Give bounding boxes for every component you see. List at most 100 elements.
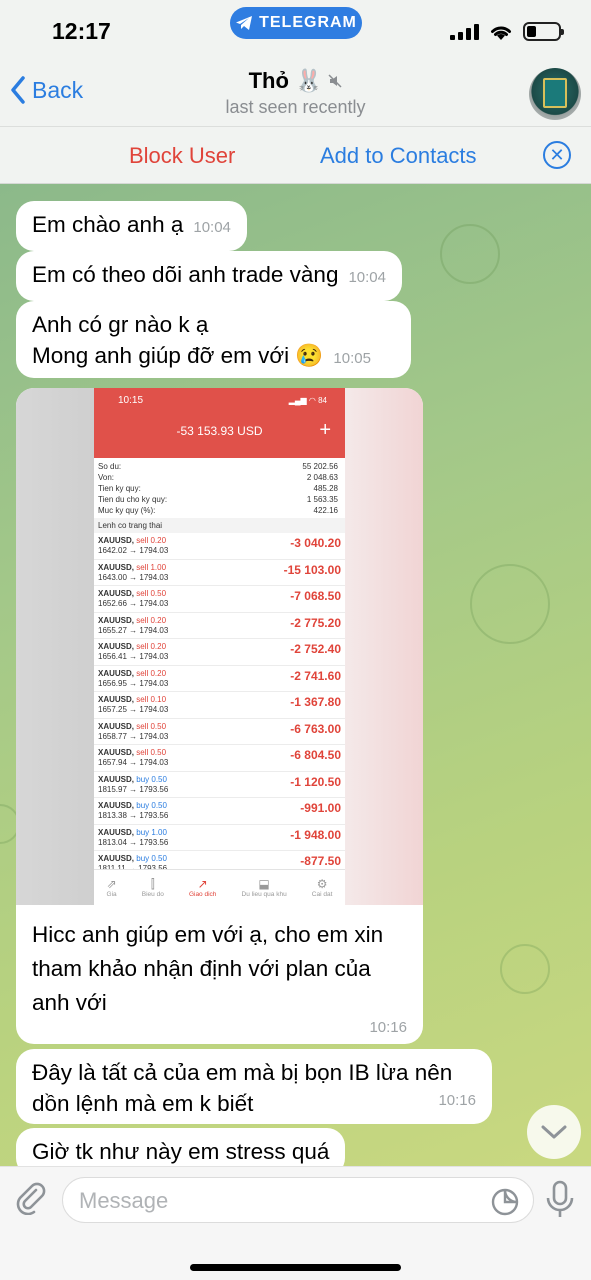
account-label: So du:	[98, 462, 122, 471]
message-time: 10:16	[438, 1092, 476, 1109]
message-time: 10:05	[333, 350, 371, 367]
order-pl: -15 103.00	[283, 562, 341, 577]
order-symbol: XAUUSD,	[98, 854, 135, 863]
order-symbol: XAUUSD,	[98, 562, 135, 572]
order-direction: sell 0.50	[136, 589, 167, 598]
avatar[interactable]	[529, 68, 581, 120]
order-pl: -1 120.50	[290, 774, 341, 789]
message-bubble[interactable]: Giờ tk như này em stress quá	[16, 1128, 346, 1166]
broker-tab: ↗ Giao dich	[189, 877, 216, 899]
message-text: Đây là tất cả của em mà bị bọn IB lừa nê…	[32, 1060, 453, 1085]
broker-tab: ⬓ Du lieu qua khu	[242, 877, 287, 899]
order-direction: sell 0.20	[136, 615, 167, 625]
broker-tab-bar: ⇗ Gia ⫿ Bieu do ↗ Giao dich ⬓ Du lieu qua khu ⚙ C…	[94, 869, 345, 905]
account-value: 2 048.63	[306, 473, 338, 482]
orders-section-label: Lenh co trang thai	[94, 518, 345, 533]
message-bubble[interactable]: Anh có gr nào k ạ Mong anh giúp đỡ em vớ…	[16, 301, 411, 378]
broker-tab-label: Bieu do	[141, 890, 164, 898]
order-pl: -6 763.00	[290, 721, 341, 736]
close-icon[interactable]: ✕	[543, 141, 571, 169]
chat-area[interactable]: Em chào anh ạ 10:04 Em có theo dõi anh tr…	[0, 184, 591, 1166]
telegram-icon	[236, 16, 253, 30]
message-text: Mong anh giúp đỡ em với 😢	[32, 343, 324, 368]
shot-battery: 84	[318, 396, 327, 405]
broker-tab-icon: ⫿	[150, 876, 155, 891]
order-symbol: XAUUSD,	[98, 748, 135, 757]
order-row: XAUUSD, sell 0.20 1655.27 → 1794.03 -2 775…	[94, 613, 345, 639]
scroll-down-button[interactable]	[527, 1105, 581, 1159]
order-pl: -2 741.60	[290, 668, 341, 683]
order-row: XAUUSD, sell 0.20 1642.02 → 1794.03 -3 040…	[94, 533, 345, 560]
message-time: 10:16	[369, 1019, 407, 1036]
account-row: So du: 55 202.56	[98, 461, 338, 472]
status-bar: 12:17 TELEGRAM	[0, 0, 591, 62]
order-direction: sell 0.10	[136, 695, 167, 704]
order-direction: sell 1.00	[136, 562, 167, 572]
shot-balance: -53 153.93 USD	[176, 424, 263, 438]
message-bubble[interactable]: Em có theo dõi anh trade vàng 10:04	[16, 251, 402, 301]
order-symbol: XAUUSD,	[98, 695, 135, 704]
account-value: 422.16	[313, 506, 338, 515]
attach-icon[interactable]	[14, 1181, 48, 1215]
order-direction: buy 0.50	[136, 774, 167, 784]
order-symbol: XAUUSD,	[98, 801, 135, 810]
chat-header: Back Thỏ 🐰 last seen recently	[0, 62, 591, 126]
order-symbol: XAUUSD,	[98, 589, 135, 598]
message-text: Anh có gr nào k ạ	[32, 312, 209, 337]
account-row: Muc ky quy (%): 422.16	[98, 505, 338, 516]
account-label: Tien du cho ky quy:	[98, 495, 168, 504]
photo-message[interactable]: 10:15 ▂▄▆ ◠ 84 -53 153.93 USD + So du: 55…	[16, 388, 423, 1044]
message-input[interactable]	[79, 1186, 479, 1216]
broker-tab-icon: ↗	[197, 876, 208, 891]
composer	[0, 1166, 591, 1280]
account-value: 55 202.56	[302, 462, 338, 471]
order-direction: sell 0.20	[136, 642, 167, 651]
block-user-button[interactable]: Block User	[129, 143, 235, 169]
order-pl: -7 068.50	[290, 589, 341, 603]
message-time: 10:04	[348, 269, 386, 286]
message-bubble[interactable]: Em chào anh ạ 10:04	[16, 201, 247, 251]
order-row: XAUUSD, sell 0.50 1658.77 → 1794.03 -6 763…	[94, 719, 345, 745]
message-time: 10:04	[193, 219, 231, 236]
broker-tab-icon: ⚙	[316, 876, 328, 891]
order-row: XAUUSD, sell 0.20 1656.41 → 1794.03 -2 752…	[94, 639, 345, 666]
account-summary: So du: 55 202.56 Von: 2 048.63 Tien ky quy: 4…	[94, 458, 345, 516]
order-row: XAUUSD, sell 1.00 1643.00 → 1794.03 -15 10…	[94, 560, 345, 586]
order-direction: buy 1.00	[136, 827, 167, 837]
order-direction: sell 0.20	[136, 536, 167, 545]
message-text: dồn lệnh mà em k biết	[32, 1091, 254, 1116]
order-symbol: XAUUSD,	[98, 827, 135, 837]
broker-tab-label: Giao dich	[188, 890, 217, 898]
orders-list: XAUUSD, sell 0.20 1642.02 → 1794.03 -3 040…	[94, 533, 345, 904]
add-to-contacts-button[interactable]: Add to Contacts	[320, 143, 477, 169]
battery-icon	[523, 22, 564, 41]
broker-tab-label: Cai dat	[311, 890, 333, 898]
account-value: 485.28	[313, 484, 338, 493]
shot-status-icons: ▂▄▆ ◠ 84	[288, 396, 327, 405]
signal-icon	[450, 23, 479, 40]
order-symbol: XAUUSD,	[98, 668, 135, 678]
broker-tab-label: Du lieu qua khu	[241, 890, 287, 898]
order-pl: -1 948.00	[290, 827, 341, 842]
message-bubble[interactable]: Đây là tất cả của em mà bị bọn IB lừa nê…	[16, 1049, 492, 1124]
broker-tab-icon: ⬓	[258, 876, 270, 891]
trading-screenshot[interactable]: 10:15 ▂▄▆ ◠ 84 -53 153.93 USD + So du: 55…	[16, 388, 423, 905]
chat-subtitle: last seen recently	[225, 97, 366, 117]
account-label: Von:	[98, 473, 115, 482]
broker-tab: ⫿ Bieu do	[142, 877, 164, 899]
shot-time: 10:15	[118, 395, 144, 406]
order-pl: -6 804.50	[290, 748, 341, 762]
account-label: Muc ky quy (%):	[98, 506, 156, 515]
message-text: Giờ tk như này em stress quá	[32, 1139, 330, 1164]
status-time: 12:17	[52, 18, 111, 44]
microphone-icon[interactable]	[545, 1180, 575, 1220]
sticker-icon[interactable]	[491, 1188, 519, 1216]
telegram-pill[interactable]: TELEGRAM	[230, 7, 362, 39]
contact-action-bar: Block User Add to Contacts ✕	[0, 126, 591, 184]
chat-title-block[interactable]: Thỏ 🐰 last seen recently	[0, 68, 591, 118]
order-row: XAUUSD, sell 0.10 1657.25 → 1794.03 -1 367…	[94, 692, 345, 719]
order-direction: sell 0.50	[136, 748, 167, 757]
order-direction: buy 0.50	[136, 801, 167, 810]
order-row: XAUUSD, sell 0.20 1656.95 → 1794.03 -2 741…	[94, 666, 345, 692]
message-input-box[interactable]	[62, 1177, 534, 1223]
